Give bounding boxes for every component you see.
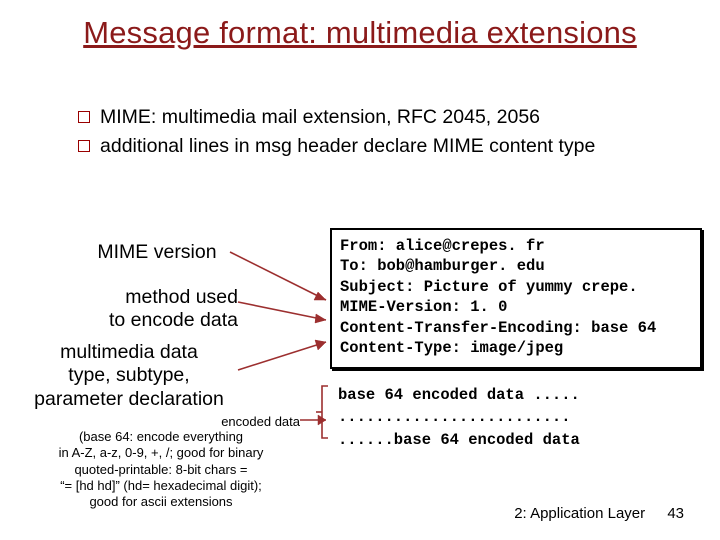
code-line: To: bob@hamburger. edu	[340, 256, 692, 276]
label-line: in A-Z, a-z, 0-9, +, /; good for binary	[59, 445, 264, 460]
bullet-list: MIME: multimedia mail extension, RFC 204…	[78, 105, 658, 163]
arrow-content-type	[238, 340, 326, 370]
mime-header-box: From: alice@crepes. fr To: bob@hamburger…	[330, 228, 702, 369]
code-line: base 64 encoded data .....	[338, 384, 690, 406]
code-line: .........................	[338, 406, 690, 428]
bullet-text: MIME: multimedia mail extension, RFC 204…	[100, 105, 540, 130]
label-line: type, subtype,	[68, 364, 189, 386]
code-line: Subject: Picture of yummy crepe.	[340, 277, 692, 297]
label-line: good for ascii extensions	[89, 494, 232, 509]
bullet-square-icon	[78, 111, 90, 123]
label-encode-method: method used to encode data	[78, 286, 238, 333]
label-multimedia-type: multimedia data type, subtype, parameter…	[18, 341, 240, 411]
arrow-encode-method	[238, 302, 326, 323]
label-mime-version: MIME version	[82, 241, 232, 264]
footer-page-number: 43	[667, 505, 684, 522]
arrow-mime-version	[230, 252, 326, 300]
label-line: method used	[125, 286, 238, 308]
code-line: ......base 64 encoded data	[338, 429, 690, 451]
list-item: additional lines in msg header declare M…	[78, 134, 658, 159]
slide-title-wrap: Message format: multimedia extensions	[60, 15, 660, 51]
slide-title: Message format: multimedia extensions	[83, 15, 637, 51]
code-line: From: alice@crepes. fr	[340, 236, 692, 256]
label-line: “= [hd hd]” (hd= hexadecimal digit);	[60, 478, 262, 493]
arrow-encoded-data	[300, 415, 326, 425]
label-line: quoted-printable: 8-bit chars =	[74, 462, 247, 477]
label-encoded-data: encoded data	[190, 414, 300, 430]
label-line: to encode data	[109, 309, 238, 331]
label-line: parameter declaration	[34, 388, 224, 410]
bullet-text: additional lines in msg header declare M…	[100, 134, 595, 159]
label-line: (base 64: encode everything	[79, 429, 243, 444]
slide-footer: 2: Application Layer 43	[514, 505, 684, 522]
footer-chapter: 2: Application Layer	[514, 505, 645, 522]
brace-encoded-data	[316, 386, 328, 438]
list-item: MIME: multimedia mail extension, RFC 204…	[78, 105, 658, 130]
code-line: Content-Type: image/jpeg	[340, 338, 692, 358]
label-line: multimedia data	[60, 341, 198, 363]
label-base64-note: (base 64: encode everything in A-Z, a-z,…	[16, 429, 306, 510]
code-line: Content-Transfer-Encoding: base 64	[340, 318, 692, 338]
code-line: MIME-Version: 1. 0	[340, 297, 692, 317]
encoded-data-box: base 64 encoded data ..... .............…	[330, 380, 698, 455]
bullet-square-icon	[78, 140, 90, 152]
